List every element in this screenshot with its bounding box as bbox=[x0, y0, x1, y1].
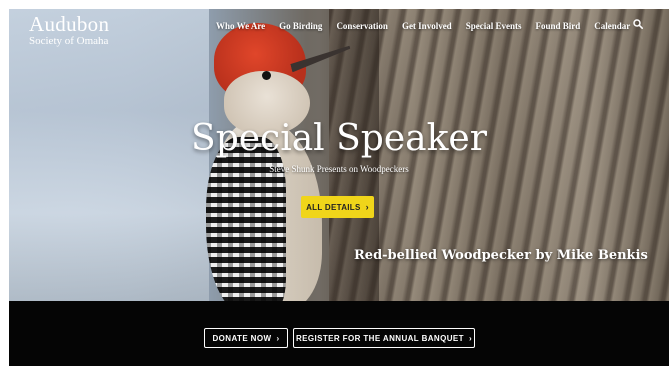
logo-title: Audubon bbox=[29, 12, 110, 36]
nav-who-we-are[interactable]: Who We Are bbox=[216, 21, 265, 31]
page-frame: Audubon Society of Omaha Who We Are Go B… bbox=[9, 9, 669, 366]
woodpecker-photo bbox=[204, 19, 364, 301]
nav-get-involved[interactable]: Get Involved bbox=[402, 21, 452, 31]
chevron-right-icon: › bbox=[468, 333, 473, 343]
woodpecker-eye bbox=[262, 71, 271, 80]
register-banquet-button[interactable]: REGISTER FOR THE ANNUAL BANQUET › bbox=[293, 328, 475, 348]
hero-banner: Audubon Society of Omaha Who We Are Go B… bbox=[9, 9, 669, 301]
main-nav: Who We Are Go Birding Conservation Get I… bbox=[216, 21, 644, 31]
nav-conservation[interactable]: Conservation bbox=[336, 21, 388, 31]
donate-now-label: DONATE NOW bbox=[212, 333, 272, 343]
chevron-right-icon: › bbox=[276, 333, 280, 343]
all-details-button[interactable]: ALL DETAILS › bbox=[301, 196, 374, 218]
site-logo[interactable]: Audubon Society of Omaha bbox=[29, 13, 109, 47]
cta-bar: DONATE NOW › REGISTER FOR THE ANNUAL BAN… bbox=[9, 301, 669, 366]
nav-found-bird[interactable]: Found Bird bbox=[535, 21, 580, 31]
search-icon[interactable] bbox=[633, 19, 643, 29]
chevron-right-icon: › bbox=[365, 202, 369, 212]
nav-go-birding[interactable]: Go Birding bbox=[279, 21, 322, 31]
donate-now-button[interactable]: DONATE NOW › bbox=[204, 328, 288, 348]
woodpecker-wing bbox=[206, 137, 286, 301]
photo-caption: Red-bellied Woodpecker by Mike Benkis bbox=[354, 248, 648, 263]
logo-subtitle: Society of Omaha bbox=[29, 35, 109, 47]
all-details-label: ALL DETAILS bbox=[306, 202, 361, 212]
nav-special-events[interactable]: Special Events bbox=[466, 21, 522, 31]
hero-subtitle: Steve Shunk Presents on Woodpeckers bbox=[269, 164, 409, 174]
hero-title: Special Speaker bbox=[191, 118, 487, 159]
register-banquet-label: REGISTER FOR THE ANNUAL BANQUET bbox=[295, 333, 464, 343]
nav-calendar[interactable]: Calendar bbox=[594, 21, 630, 31]
